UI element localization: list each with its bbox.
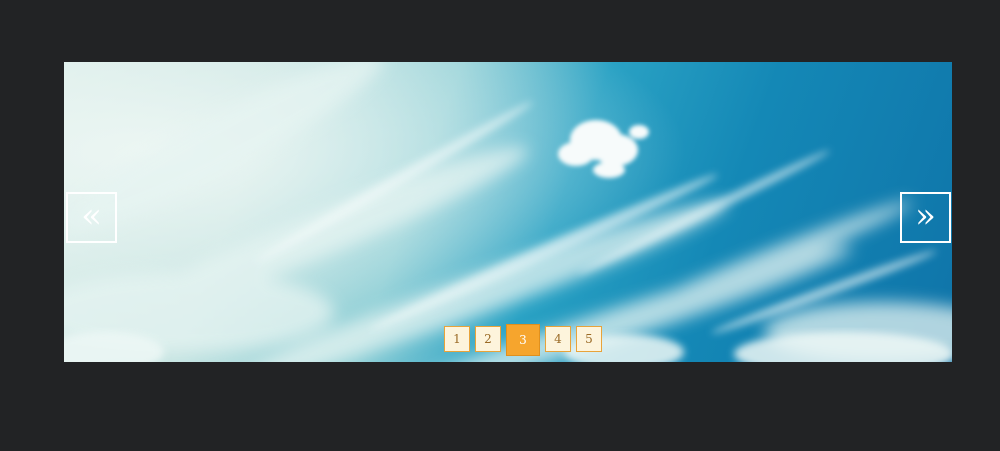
next-arrow-button[interactable]: »: [900, 192, 951, 243]
sky-clouds-image: [64, 62, 952, 362]
page-1-button[interactable]: 1: [444, 326, 470, 352]
image-slider: « » 1 2 3 4 5: [64, 62, 952, 362]
prev-arrow-button[interactable]: «: [66, 192, 117, 243]
page-4-button[interactable]: 4: [545, 326, 571, 352]
page-5-button[interactable]: 5: [576, 326, 602, 352]
page-2-button[interactable]: 2: [475, 326, 501, 352]
page-3-button[interactable]: 3: [506, 324, 540, 356]
